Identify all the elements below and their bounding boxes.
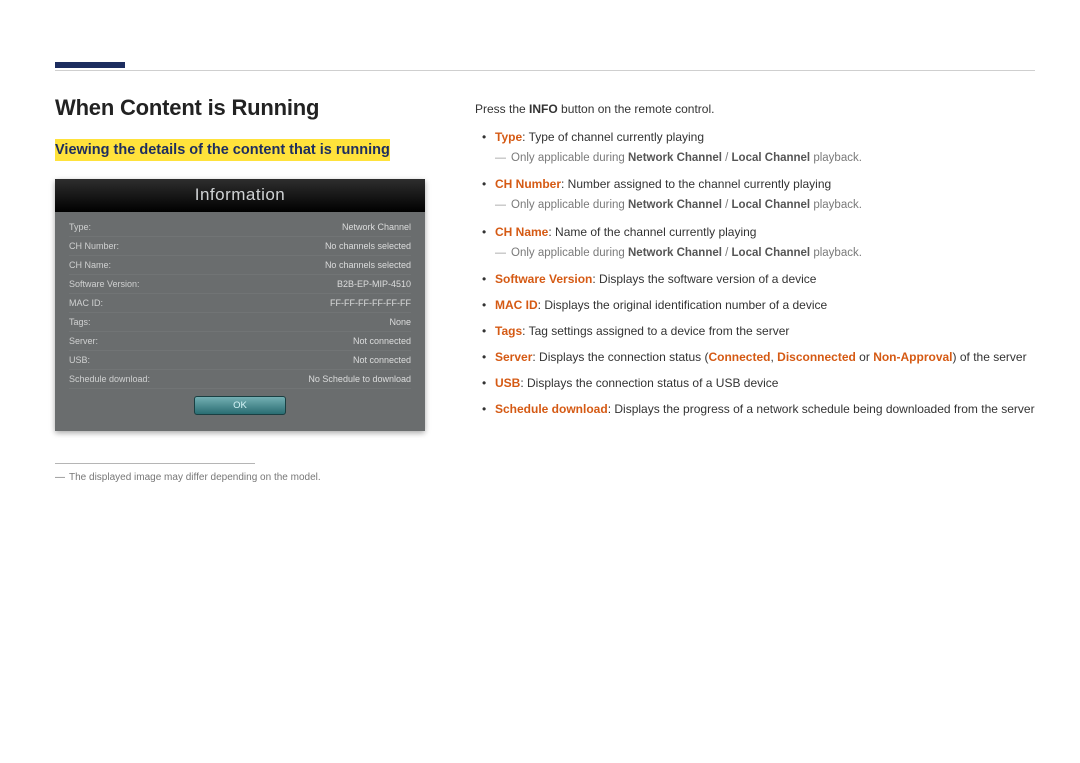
footnote-text: The displayed image may differ depending…	[69, 472, 321, 483]
list-item-software-version: Software Version: Displays the software …	[475, 270, 1035, 288]
info-row-software-version: Software Version: B2B-EP-MIP-4510	[69, 275, 411, 294]
info-value: Not connected	[353, 355, 411, 365]
lead-pre: Press the	[475, 102, 529, 116]
key-type: Type	[495, 130, 522, 144]
lead-paragraph: Press the INFO button on the remote cont…	[475, 102, 1035, 116]
key-tags: Tags	[495, 324, 522, 338]
info-label: CH Name:	[69, 260, 111, 270]
info-value: No channels selected	[325, 260, 411, 270]
sub-note: Only applicable during Network Channel /…	[495, 150, 1035, 167]
key-chname: CH Name	[495, 225, 548, 239]
information-panel: Information Type: Network Channel CH Num…	[55, 179, 425, 431]
info-label: MAC ID:	[69, 298, 103, 308]
info-label: Server:	[69, 336, 98, 346]
sub-post: playback.	[810, 247, 862, 259]
list-item-type: Type: Type of channel currently playing …	[475, 128, 1035, 167]
key-sched: Schedule download	[495, 402, 608, 416]
info-value: No channels selected	[325, 241, 411, 251]
header-rule	[55, 70, 1035, 71]
info-value: None	[389, 317, 411, 327]
key-server: Server	[495, 350, 532, 364]
sub-nc: Network Channel	[628, 247, 722, 259]
text-chname: : Name of the channel currently playing	[548, 225, 756, 239]
info-row-mac-id: MAC ID: FF-FF-FF-FF-FF-FF	[69, 294, 411, 313]
key-usb: USB	[495, 376, 520, 390]
info-label: CH Number:	[69, 241, 119, 251]
key-mac: MAC ID	[495, 298, 538, 312]
sub-sep: /	[722, 152, 732, 164]
footnote: ― The displayed image may differ dependin…	[55, 472, 445, 483]
text-sched: : Displays the progress of a network sch…	[608, 402, 1035, 416]
sub-nc: Network Channel	[628, 152, 722, 164]
info-row-usb: USB: Not connected	[69, 351, 411, 370]
sub-post: playback.	[810, 152, 862, 164]
text-swver: : Displays the software version of a dev…	[592, 272, 816, 286]
information-panel-title: Information	[55, 179, 425, 212]
sub-lc: Local Channel	[732, 152, 811, 164]
info-row-schedule-download: Schedule download: No Schedule to downlo…	[69, 370, 411, 389]
server-post: ) of the server	[953, 350, 1027, 364]
sub-sep: /	[722, 199, 732, 211]
server-or: or	[856, 350, 873, 364]
list-item-tags: Tags: Tag settings assigned to a device …	[475, 322, 1035, 340]
info-value: FF-FF-FF-FF-FF-FF	[330, 298, 411, 308]
server-disconnected: Disconnected	[777, 350, 856, 364]
info-row-chname: CH Name: No channels selected	[69, 256, 411, 275]
footnote-dash-icon: ―	[55, 472, 65, 483]
list-item-schedule-download: Schedule download: Displays the progress…	[475, 400, 1035, 418]
sub-note: Only applicable during Network Channel /…	[495, 197, 1035, 214]
info-row-type: Type: Network Channel	[69, 218, 411, 237]
list-item-chnumber: CH Number: Number assigned to the channe…	[475, 175, 1035, 214]
sub-pre: Only applicable during	[511, 199, 628, 211]
sub-pre: Only applicable during	[511, 247, 628, 259]
sub-note: Only applicable during Network Channel /…	[495, 245, 1035, 262]
info-label: Type:	[69, 222, 91, 232]
info-label: Software Version:	[69, 279, 140, 289]
lead-bold: INFO	[529, 102, 558, 116]
server-connected: Connected	[708, 350, 770, 364]
list-item-mac-id: MAC ID: Displays the original identifica…	[475, 296, 1035, 314]
info-label: Schedule download:	[69, 374, 150, 384]
info-value: Not connected	[353, 336, 411, 346]
key-chnumber: CH Number	[495, 177, 561, 191]
info-row-chnumber: CH Number: No channels selected	[69, 237, 411, 256]
server-nonapproval: Non-Approval	[873, 350, 952, 364]
sub-post: playback.	[810, 199, 862, 211]
text-type: : Type of channel currently playing	[522, 130, 704, 144]
info-row-tags: Tags: None	[69, 313, 411, 332]
footnote-rule	[55, 463, 255, 464]
key-swver: Software Version	[495, 272, 592, 286]
sub-nc: Network Channel	[628, 199, 722, 211]
list-item-server: Server: Displays the connection status (…	[475, 348, 1035, 366]
text-tags: : Tag settings assigned to a device from…	[522, 324, 789, 338]
sub-sep: /	[722, 247, 732, 259]
sub-lc: Local Channel	[732, 247, 811, 259]
lead-post: button on the remote control.	[558, 102, 715, 116]
description-list: Type: Type of channel currently playing …	[475, 128, 1035, 418]
accent-bar	[55, 62, 125, 68]
page-title: When Content is Running	[55, 95, 445, 121]
server-pre: : Displays the connection status (	[532, 350, 708, 364]
ok-button[interactable]: OK	[194, 396, 286, 415]
sub-pre: Only applicable during	[511, 152, 628, 164]
info-value: Network Channel	[342, 222, 411, 232]
text-mac: : Displays the original identification n…	[538, 298, 828, 312]
list-item-usb: USB: Displays the connection status of a…	[475, 374, 1035, 392]
sub-lc: Local Channel	[732, 199, 811, 211]
list-item-chname: CH Name: Name of the channel currently p…	[475, 223, 1035, 262]
info-value: B2B-EP-MIP-4510	[337, 279, 411, 289]
information-panel-body: Type: Network Channel CH Number: No chan…	[55, 212, 425, 431]
section-subheading: Viewing the details of the content that …	[55, 139, 390, 161]
info-row-server: Server: Not connected	[69, 332, 411, 351]
info-label: Tags:	[69, 317, 91, 327]
text-chnumber: : Number assigned to the channel current…	[561, 177, 831, 191]
text-usb: : Displays the connection status of a US…	[520, 376, 778, 390]
info-label: USB:	[69, 355, 90, 365]
info-value: No Schedule to download	[308, 374, 411, 384]
